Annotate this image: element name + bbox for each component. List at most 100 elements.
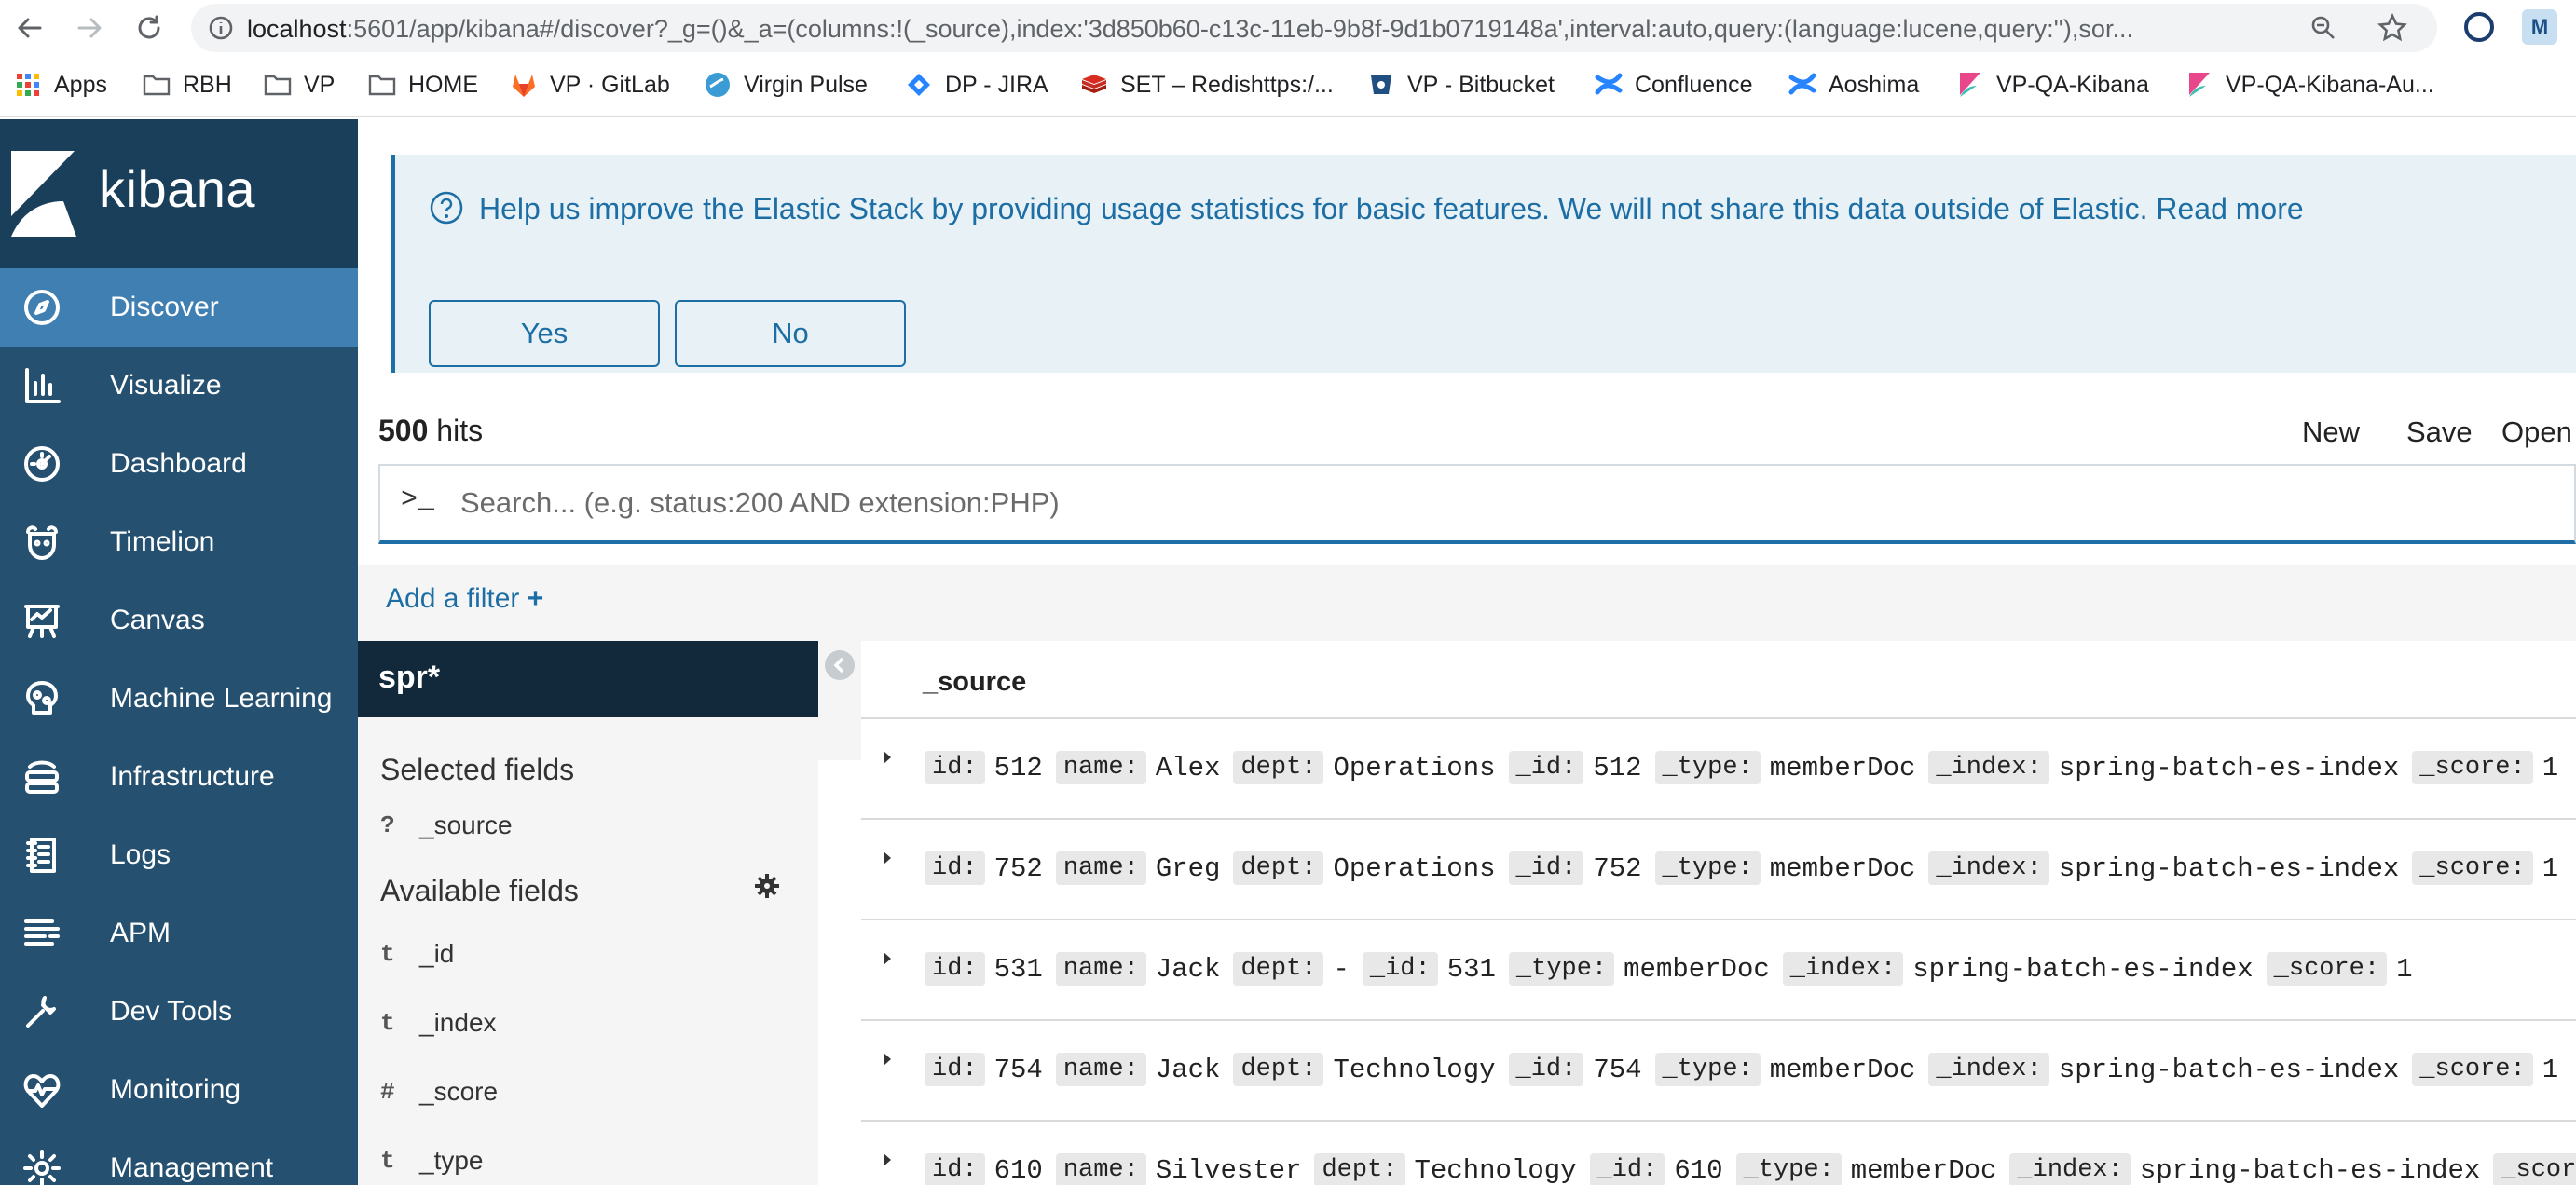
expand-row-button[interactable]: [876, 1146, 898, 1174]
search-input[interactable]: [460, 475, 2511, 531]
bookmark-redis[interactable]: SET – Redishttps:/...: [1079, 69, 1334, 101]
yes-button[interactable]: Yes: [429, 300, 660, 367]
browser-toolbar: localhost:5601/app/kibana#/discover?_g=(…: [0, 0, 2576, 54]
nav-discover[interactable]: Discover: [0, 268, 358, 347]
gear-icon[interactable]: [753, 872, 781, 900]
hits-number: 500: [378, 414, 429, 447]
save-link[interactable]: Save: [2406, 415, 2473, 449]
field-value: spring-batch-es-index: [2058, 1054, 2400, 1085]
caret-right-icon: [884, 1053, 891, 1066]
bookmark-label: HOME: [408, 71, 478, 98]
field-type-icon: t: [380, 1147, 395, 1175]
bookmark-label: RBH: [183, 71, 232, 98]
redis-icon: [1079, 70, 1109, 100]
expand-row-button[interactable]: [876, 1045, 898, 1073]
nav-management[interactable]: Management: [0, 1129, 358, 1185]
bookmark-apps[interactable]: Apps: [13, 69, 107, 101]
kibana-logo[interactable]: kibana: [0, 119, 358, 268]
field-item[interactable]: ? _source: [380, 807, 513, 844]
nav-label: APM: [110, 918, 171, 948]
add-filter-link[interactable]: Add a filter +: [386, 583, 543, 615]
bookmark-aoshima[interactable]: Aoshima: [1788, 69, 1919, 101]
field-name: _score: [419, 1077, 499, 1106]
nav-dev-tools[interactable]: Dev Tools: [0, 973, 358, 1051]
source-summary: id: 512 name: Alex dept: Operations _id: 512 _ty…: [925, 751, 2571, 784]
nav-visualize[interactable]: Visualize: [0, 347, 358, 425]
field-value: Technology: [1333, 1054, 1496, 1085]
field-key: id:: [925, 751, 985, 784]
banner-message: Help us improve the Elastic Stack by pro…: [479, 192, 2304, 225]
bookmark-confluence[interactable]: Confluence: [1594, 69, 1752, 101]
nav-label: Management: [110, 1152, 274, 1183]
selected-fields-title: Selected fields: [380, 753, 575, 786]
field-key: _index:: [1928, 751, 2049, 784]
address-bar[interactable]: localhost:5601/app/kibana#/discover?_g=(…: [191, 4, 2437, 52]
collapse-sidebar-button[interactable]: [825, 650, 855, 680]
field-key: _type:: [1508, 952, 1615, 986]
bookmark-folder-home[interactable]: HOME: [367, 69, 478, 101]
bookmark-gitlab[interactable]: VP · GitLab: [509, 69, 670, 101]
bookmark-star-icon[interactable]: [2376, 11, 2409, 45]
field-item[interactable]: t _index: [380, 1004, 497, 1042]
back-button[interactable]: [9, 7, 50, 48]
zoom-icon[interactable]: [2307, 11, 2340, 45]
field-item[interactable]: # _score: [380, 1073, 498, 1110]
caret-right-icon: [884, 1153, 891, 1166]
bookmark-bitbucket[interactable]: VP - Bitbucket: [1366, 69, 1555, 101]
no-button[interactable]: No: [675, 300, 906, 367]
kibana-wordmark: kibana: [99, 159, 256, 218]
reload-button[interactable]: [129, 7, 170, 48]
extension-icon[interactable]: [2464, 12, 2494, 42]
table-row[interactable]: id: 610 name: Silvester dept: Technology _id: 6…: [861, 1122, 2576, 1185]
bookmark-folder-rbh[interactable]: RBH: [142, 69, 232, 101]
bookmark-jira[interactable]: DP - JIRA: [904, 69, 1048, 101]
info-icon[interactable]: [204, 11, 238, 45]
nav-dashboard[interactable]: Dashboard: [0, 425, 358, 503]
nav-label: Logs: [110, 839, 171, 870]
canvas-icon: [22, 601, 62, 640]
bookmark-vp-qa-kibana-au[interactable]: VP-QA-Kibana-Au...: [2185, 69, 2434, 101]
nav-apm[interactable]: APM: [0, 894, 358, 973]
field-value: 1: [2542, 1054, 2559, 1085]
field-value: 754: [993, 1054, 1043, 1085]
open-link[interactable]: Open: [2501, 415, 2572, 449]
table-row[interactable]: id: 512 name: Alex dept: Operations _id: 512 _ty…: [861, 719, 2576, 820]
profile-avatar[interactable]: M: [2522, 9, 2557, 45]
index-pattern-header[interactable]: spr*: [358, 641, 818, 717]
nav-machine-learning[interactable]: Machine Learning: [0, 660, 358, 738]
column-header-source[interactable]: _source: [923, 667, 1026, 698]
url-text[interactable]: localhost:5601/app/kibana#/discover?_g=(…: [247, 15, 2279, 44]
expand-row-button[interactable]: [876, 844, 898, 872]
expand-row-button[interactable]: [876, 743, 898, 771]
field-value: 1: [2542, 752, 2559, 783]
field-item[interactable]: t _type: [380, 1142, 484, 1179]
folder-icon: [142, 70, 171, 100]
nav-label: Timelion: [110, 526, 215, 557]
table-row[interactable]: id: 752 name: Greg dept: Operations _id: 752 _ty…: [861, 820, 2576, 920]
field-key: dept:: [1314, 1153, 1405, 1185]
field-item[interactable]: t _id: [380, 935, 454, 973]
bookmark-virgin-pulse[interactable]: Virgin Pulse: [703, 69, 868, 101]
field-key: dept:: [1233, 1053, 1324, 1086]
field-value: memberDoc: [1769, 852, 1916, 884]
bookmark-folder-vp[interactable]: VP: [263, 69, 335, 101]
new-link[interactable]: New: [2302, 415, 2360, 449]
nav-logs[interactable]: Logs: [0, 816, 358, 894]
query-bar: >_: [378, 464, 2576, 544]
nav-canvas[interactable]: Canvas: [0, 581, 358, 660]
nav-monitoring[interactable]: Monitoring: [0, 1051, 358, 1129]
caret-right-icon: [884, 952, 891, 965]
nav-label: Monitoring: [110, 1074, 241, 1105]
table-row[interactable]: id: 531 name: Jack dept: - _id: 531 _type: memb…: [861, 920, 2576, 1021]
source-summary: id: 752 name: Greg dept: Operations _id: 752 _ty…: [925, 851, 2571, 885]
machine-learning-icon: [22, 679, 62, 718]
discover-main: Help us improve the Elastic Stack by pro…: [358, 119, 2576, 1185]
nav-timelion[interactable]: Timelion: [0, 503, 358, 581]
field-key: _id:: [1508, 851, 1584, 885]
forward-button[interactable]: [69, 7, 110, 48]
field-value: spring-batch-es-index: [2058, 752, 2400, 783]
nav-infrastructure[interactable]: Infrastructure: [0, 738, 358, 816]
expand-row-button[interactable]: [876, 945, 898, 973]
bookmark-vp-qa-kibana[interactable]: VP-QA-Kibana: [1955, 69, 2149, 101]
table-row[interactable]: id: 754 name: Jack dept: Technology _id: 754 _ty…: [861, 1021, 2576, 1122]
